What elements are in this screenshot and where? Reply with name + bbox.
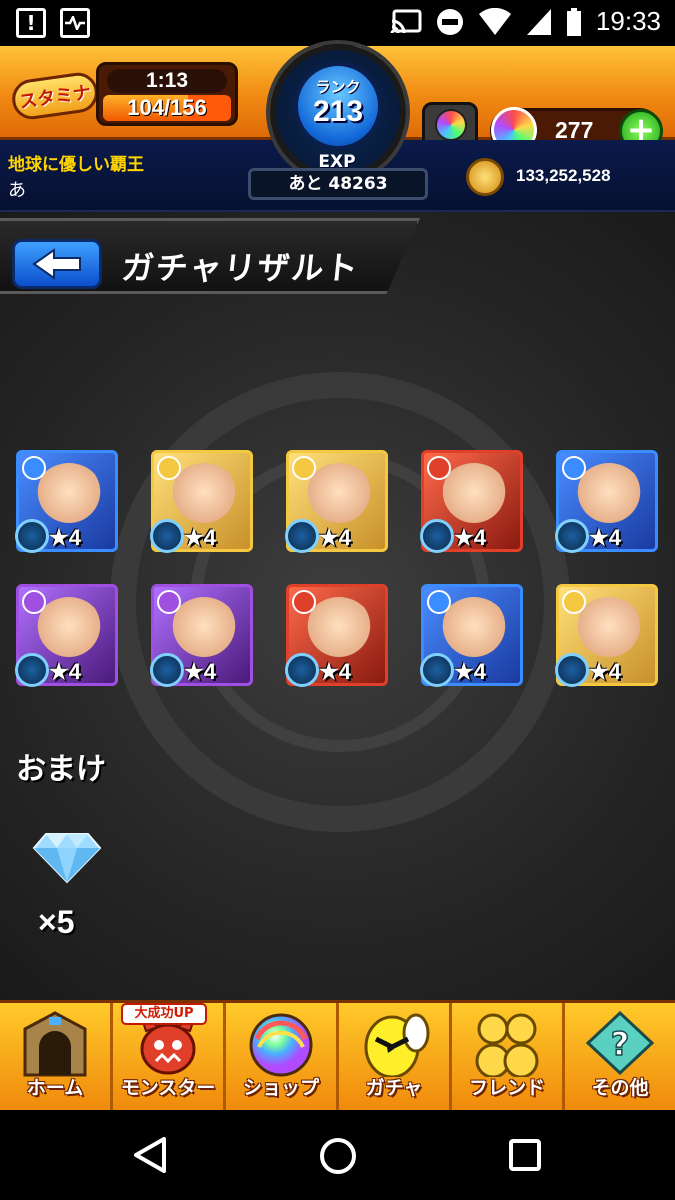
back-arrow-icon — [32, 248, 81, 280]
monster-card[interactable]: ★4 — [15, 450, 118, 553]
status-time: 19:33 — [595, 6, 661, 36]
stamina-timer: 1:13 — [107, 69, 227, 93]
nav-badge: 大成功UP — [121, 1003, 207, 1025]
orb-item-icon — [435, 109, 467, 141]
monster-rarity: ★4 — [49, 659, 81, 684]
monster-type-icon — [555, 519, 589, 553]
nav-label: ホーム — [26, 1077, 84, 1099]
fire-element-icon — [292, 590, 316, 614]
monster-type-icon — [15, 653, 49, 687]
monster-rarity: ★4 — [184, 525, 216, 550]
monster-rarity: ★4 — [49, 525, 81, 550]
monster-card[interactable]: ★4 — [420, 450, 523, 553]
stamina-value: 104/156 — [127, 95, 207, 120]
monster-card[interactable]: ★4 — [285, 450, 388, 553]
nav-item-rainbow-orb[interactable]: ショップ — [226, 1003, 339, 1110]
gacha-egg-icon — [358, 1009, 430, 1079]
monster-card[interactable]: ★4 — [420, 584, 523, 687]
monster-rarity: ★4 — [589, 659, 621, 684]
monster-card[interactable]: ★4 — [555, 450, 658, 553]
fire-element-icon — [427, 456, 451, 480]
monster-type-icon — [420, 519, 454, 553]
monster-type-icon — [150, 653, 184, 687]
signal-icon — [526, 8, 551, 35]
water-element-icon — [562, 456, 586, 480]
activity-icon — [60, 8, 90, 38]
gacha-result-screen: ガチャリザルト ★4 ★4 ★4 ★4 ★4 ★4 ★4 ★4 ★4 ★4 おまけ ×5 — [0, 212, 675, 1000]
rank-orb: ランク 213 — [294, 62, 382, 150]
status-left-icons: ! — [16, 8, 90, 38]
stamina-bar: 104/156 — [103, 95, 231, 121]
nav-item-monster[interactable]: 大成功UP モンスター — [113, 1003, 226, 1110]
alert-icon: ! — [16, 8, 46, 38]
monster-card[interactable]: ★4 — [150, 450, 253, 553]
bonus-title: おまけ — [16, 752, 106, 787]
monster-rarity: ★4 — [454, 525, 486, 550]
nav-item-friends[interactable]: フレンド — [452, 1003, 565, 1110]
battery-icon — [566, 7, 581, 36]
back-nav-icon[interactable] — [132, 1136, 168, 1174]
monster-type-icon — [285, 653, 319, 687]
monster-rarity: ★4 — [184, 659, 216, 684]
bottom-nav: ホーム 大成功UP モンスター ショップ ガチャ フレンド? その他 — [0, 1000, 675, 1110]
monster-card[interactable]: ★4 — [555, 584, 658, 687]
nav-item-gacha-egg[interactable]: ガチャ — [339, 1003, 452, 1110]
water-element-icon — [22, 456, 46, 480]
exp-remaining: あと 48263 — [248, 168, 428, 200]
monster-type-icon — [285, 519, 319, 553]
nav-label: ショップ — [242, 1077, 319, 1099]
monster-type-icon — [150, 519, 184, 553]
nav-label: その他 — [591, 1077, 649, 1099]
gold-coin-icon — [466, 158, 504, 196]
rank-label: ランク — [315, 78, 361, 96]
nav-label: ガチャ — [365, 1077, 423, 1099]
monster-rarity: ★4 — [454, 659, 486, 684]
diamond-icon — [32, 833, 102, 884]
dark-element-icon — [22, 590, 46, 614]
monster-rarity: ★4 — [589, 525, 621, 550]
status-right-icons: 19:33 — [390, 6, 661, 37]
light-element-icon — [157, 456, 181, 480]
monster-type-icon — [15, 519, 49, 553]
dark-element-icon — [157, 590, 181, 614]
back-button[interactable] — [12, 239, 102, 289]
monster-card[interactable]: ★4 — [15, 584, 118, 687]
page-title-bar: ガチャリザルト — [0, 218, 420, 294]
light-element-icon — [562, 590, 586, 614]
monster-type-icon — [420, 653, 454, 687]
player-title: 地球に優しい覇王 — [8, 155, 144, 175]
rank-value: 213 — [312, 95, 364, 128]
cast-icon — [390, 9, 422, 33]
status-bar: ! 19:33 — [0, 0, 675, 46]
monster-card[interactable]: ★4 — [150, 584, 253, 687]
monster-card[interactable]: ★4 — [285, 584, 388, 687]
recents-nav-icon[interactable] — [508, 1138, 542, 1172]
home-gate-icon — [19, 1009, 91, 1077]
player-name: あ — [8, 180, 26, 201]
page-title: ガチャリザルト — [119, 249, 362, 287]
stamina-panel[interactable]: 1:13 104/156 — [96, 62, 238, 126]
home-nav-icon[interactable] — [318, 1136, 358, 1176]
stamina-label: スタミナ — [9, 70, 101, 122]
monster-type-icon — [555, 653, 589, 687]
rainbow-orb-icon — [245, 1009, 317, 1077]
other-icon: ? — [584, 1009, 656, 1077]
friends-icon — [471, 1009, 543, 1079]
android-nav-bar — [0, 1110, 675, 1200]
monster-rarity: ★4 — [319, 659, 351, 684]
bonus-quantity: ×5 — [38, 904, 75, 940]
nav-label: フレンド — [468, 1077, 545, 1099]
svg-text:?: ? — [611, 1025, 630, 1063]
nav-label: モンスター — [120, 1077, 216, 1099]
nav-item-home-gate[interactable]: ホーム — [0, 1003, 113, 1110]
nav-item-other[interactable]: ? その他 — [565, 1003, 675, 1110]
monster-rarity: ★4 — [319, 525, 351, 550]
dnd-icon — [436, 8, 463, 35]
gold-amount: 133,252,528 — [516, 166, 611, 185]
light-element-icon — [292, 456, 316, 480]
water-element-icon — [427, 590, 451, 614]
wifi-icon — [478, 7, 511, 35]
